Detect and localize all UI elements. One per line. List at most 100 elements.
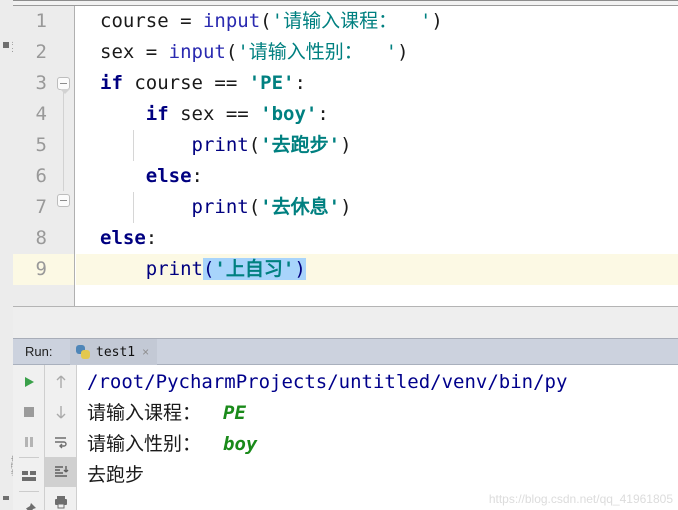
token-variable: sex	[100, 41, 135, 63]
scroll-to-end-button[interactable]	[45, 457, 77, 487]
console-line-prompt-course: 请输入课程： PE	[87, 398, 678, 429]
stop-icon	[24, 407, 34, 417]
line-number: 3	[35, 72, 47, 94]
token-builtin: print	[191, 134, 249, 156]
run-panel-label: Run:	[25, 344, 53, 359]
console-control-toolbar	[45, 365, 77, 510]
close-icon[interactable]: ×	[142, 346, 149, 358]
code-line-5[interactable]: print('去跑步')	[100, 130, 678, 161]
token-builtin: input	[168, 41, 226, 63]
token-paren: (	[225, 41, 238, 63]
token-string: '去休息'	[260, 196, 341, 218]
line-number: 5	[35, 134, 47, 156]
soft-wrap-button[interactable]	[45, 427, 77, 457]
token-paren: )	[340, 134, 352, 156]
code-editor[interactable]: 1 2 3 4 5 6 7 8 9 course = input('请输入课程：…	[13, 6, 678, 306]
token-string-selected: '上自习'	[214, 258, 295, 280]
token-keyword: if	[145, 103, 169, 125]
run-panel-header: Run: test1 ×	[13, 339, 678, 365]
console-user-input: boy	[223, 433, 258, 455]
up-arrow-button[interactable]	[45, 367, 77, 397]
line-number: 7	[35, 196, 47, 218]
play-icon	[25, 377, 34, 387]
run-tab-test1[interactable]: test1 ×	[70, 339, 158, 365]
token-string: '去跑步'	[260, 134, 341, 156]
token-builtin: print	[191, 196, 249, 218]
token-string: 'PE'	[248, 72, 295, 94]
pycharm-window: 结构 收藏夹 1 2 3 4 5 6 7 8 9	[0, 0, 678, 510]
code-line-4[interactable]: if sex == 'boy':	[100, 99, 678, 130]
pause-button[interactable]	[13, 427, 45, 457]
python-file-icon	[76, 345, 90, 359]
left-tool-strip-marker-2	[3, 496, 9, 500]
token-paren: )	[431, 10, 443, 32]
run-button[interactable]	[13, 367, 45, 397]
restore-layout-button[interactable]	[13, 461, 45, 491]
console-prompt-text: 请输入性别：	[87, 433, 202, 455]
token-paren: (	[248, 134, 261, 156]
console-user-input: PE	[223, 402, 246, 424]
token-string: '请输入课程： '	[271, 10, 432, 32]
token-colon: :	[294, 72, 306, 94]
line-number: 9	[35, 258, 47, 280]
console-output[interactable]: /root/PycharmProjects/untitled/venv/bin/…	[77, 365, 678, 510]
arrow-down-icon	[56, 406, 66, 419]
line-number: 4	[35, 103, 47, 125]
token-expression: sex ==	[168, 103, 261, 125]
token-keyword: else	[100, 227, 146, 249]
token-paren-matched: )	[294, 258, 306, 280]
line-number: 6	[35, 165, 47, 187]
pause-icon	[25, 437, 33, 447]
token-paren: )	[397, 41, 409, 63]
code-line-8[interactable]: else:	[100, 223, 678, 254]
toolbar-divider	[19, 457, 39, 458]
token-paren: (	[260, 10, 272, 32]
token-keyword: else	[145, 165, 192, 187]
printer-icon	[55, 496, 67, 509]
pin-tab-button[interactable]	[13, 495, 45, 510]
token-colon: :	[191, 165, 203, 187]
code-line-3[interactable]: if course == 'PE':	[100, 68, 678, 99]
code-line-6[interactable]: else:	[100, 161, 678, 192]
stop-button[interactable]	[13, 397, 45, 427]
code-line-1[interactable]: course = input('请输入课程： ')	[100, 6, 678, 37]
code-line-7[interactable]: print('去休息')	[100, 192, 678, 223]
token-paren: )	[340, 196, 352, 218]
code-text-area[interactable]: course = input('请输入课程： ') sex = input('请…	[76, 6, 678, 306]
token-paren-matched: (	[202, 258, 215, 280]
soft-wrap-icon	[55, 437, 67, 449]
fold-region-line	[63, 91, 64, 191]
token-builtin: print	[145, 258, 203, 280]
token-colon: :	[317, 103, 329, 125]
token-expression: course ==	[122, 72, 249, 94]
fold-marker-else-block[interactable]	[57, 194, 70, 207]
left-tool-strip-marker	[3, 42, 9, 48]
console-line-output: 去跑步	[87, 460, 678, 491]
token-paren: (	[248, 196, 261, 218]
token-string: 'boy'	[260, 103, 318, 125]
run-console-area: /root/PycharmProjects/untitled/venv/bin/…	[13, 365, 678, 510]
token-variable: course	[100, 10, 169, 32]
run-tab-label: test1	[96, 344, 136, 360]
print-button[interactable]	[45, 487, 77, 510]
scroll-to-end-icon	[55, 466, 69, 477]
code-line-9[interactable]: print('上自习')	[100, 254, 678, 285]
code-line-2[interactable]: sex = input('请输入性别： ')	[100, 37, 678, 68]
editor-console-splitter[interactable]	[13, 306, 678, 339]
line-number: 8	[35, 227, 47, 249]
token-builtin: input	[202, 10, 261, 32]
token-colon: :	[145, 227, 158, 249]
down-arrow-button[interactable]	[45, 397, 77, 427]
token-keyword: if	[100, 72, 123, 94]
layout-icon	[22, 471, 36, 481]
editor-gutter[interactable]: 1 2 3 4 5 6 7 8 9	[13, 6, 75, 306]
token-operator: =	[134, 41, 169, 63]
token-operator: =	[168, 10, 203, 32]
left-tool-strip[interactable]: 结构 收藏夹	[0, 0, 14, 510]
fold-marker-if-block[interactable]	[57, 77, 70, 94]
run-control-toolbar	[13, 365, 45, 510]
